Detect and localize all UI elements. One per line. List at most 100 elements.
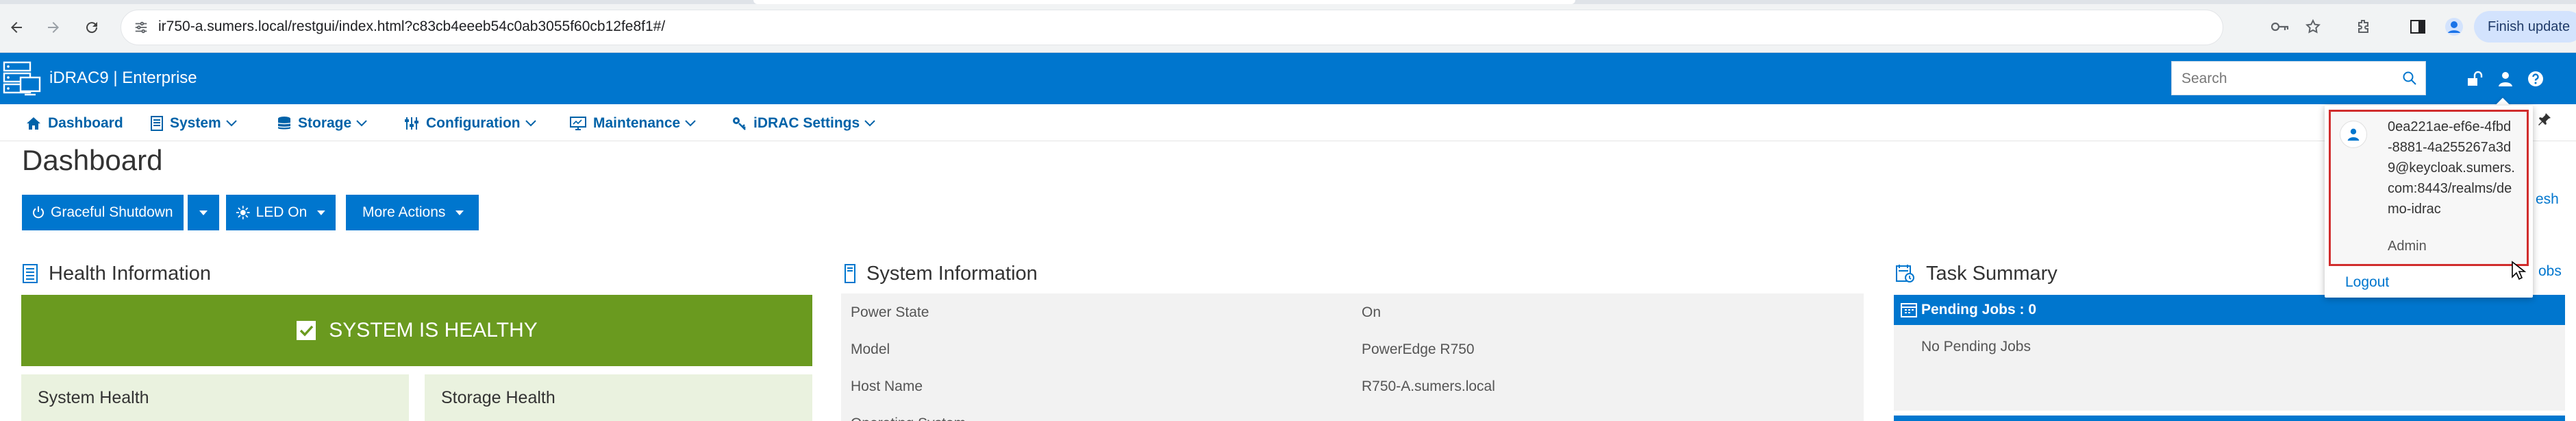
extensions-icon[interactable] [2352,15,2375,38]
caret-down-icon [317,210,326,215]
browser-toolbar: ir750-a.sumers.local/restgui/index.html?… [0,0,2576,53]
idrac-header: iDRAC9 | Enterprise [0,53,2576,104]
address-bar[interactable]: ir750-a.sumers.local/restgui/index.html?… [121,10,2223,45]
server-tower-icon [845,264,855,283]
product-title: iDRAC9 | Enterprise [49,69,197,87]
username-text: 0ea221ae-ef6e-4fbd-8881-4a255267a3d9@key… [2388,119,2515,217]
no-pending-jobs-text: No Pending Jobs [1921,339,2031,354]
home-icon [27,117,40,130]
nav-item-system[interactable]: System [151,114,238,133]
calendar-icon [1901,303,1917,317]
active-tab-edge [753,0,1575,4]
nav-label: Configuration [426,115,521,131]
chevron-down-icon [525,120,536,127]
row-key: Power State [851,304,929,320]
table-row: Power State On [841,293,1864,330]
completed-jobs-header[interactable] [1894,416,2565,421]
led-on-label: LED On [255,204,308,220]
system-healthy-banner: SYSTEM IS HEALTHY [21,295,812,366]
bookmark-star-icon[interactable] [2301,15,2325,38]
power-icon [33,206,44,219]
idrac-logo [3,61,41,96]
table-row: Model PowerEdge R750 [841,330,1864,368]
led-on-button[interactable]: LED On [226,195,336,230]
pin-icon[interactable] [2537,112,2552,127]
health-list-icon [23,264,38,283]
row-key: Host Name [851,378,923,394]
row-key: Operating System [851,416,966,421]
table-row: Host Name R750-A.sumers.local [841,368,1864,405]
row-value: PowerEdge R750 [1362,341,1475,357]
user-avatar-icon [2340,121,2367,148]
help-icon[interactable] [2525,68,2547,90]
url-text[interactable]: ir750-a.sumers.local/restgui/index.html?… [158,19,665,35]
forward-icon[interactable] [41,15,66,40]
caret-down-icon [199,210,208,215]
site-settings-icon[interactable] [134,20,149,35]
monitor-icon [570,117,586,130]
graceful-shutdown-button[interactable]: Graceful Shutdown [22,195,184,230]
server-icon [151,116,163,131]
card-label: Storage Health [441,388,555,407]
tab-strip [0,0,2576,4]
back-icon[interactable] [4,15,29,40]
nav-item-configuration[interactable]: Configuration [404,114,537,133]
finish-update-button[interactable]: Finish update [2474,11,2576,43]
refresh-link[interactable]: esh [2536,191,2559,208]
checkbox-check-icon [297,321,316,340]
nav-item-storage[interactable]: Storage [277,114,368,133]
search-icon[interactable] [2402,71,2417,86]
health-information-heading: Health Information [23,261,211,287]
profile-avatar-icon[interactable] [2442,15,2466,38]
row-value: R750-A.sumers.local [1362,378,1495,394]
pending-jobs-panel: No Pending Jobs [1894,325,2565,411]
nav-label: Dashboard [48,115,123,131]
nav-label: Storage [298,115,352,131]
mouse-cursor-icon [2512,261,2526,280]
more-actions-label: More Actions [362,204,446,220]
nav-item-maintenance[interactable]: Maintenance [570,114,697,133]
nav-label: iDRAC Settings [753,115,860,131]
section-title: Task Summary [1926,262,2058,285]
chevron-down-icon [864,120,875,127]
page-title: Dashboard [22,144,163,176]
reload-icon[interactable] [79,15,104,40]
main-nav: Dashboard System Storage Configuration M… [0,104,2576,141]
pending-jobs-title: Pending Jobs : 0 [1921,302,2037,317]
system-health-card[interactable]: System Health [21,374,409,421]
chevron-down-icon [226,120,237,127]
logout-link[interactable]: Logout [2345,274,2389,291]
section-title: System Information [866,262,1038,285]
led-sun-icon [236,206,250,219]
key-gear-icon [733,117,746,130]
database-icon [277,117,291,130]
nav-label: Maintenance [593,115,681,131]
user-role-text: Admin [2388,239,2427,254]
user-icon[interactable] [2494,68,2516,90]
caret-down-icon [455,210,464,215]
row-key: Model [851,341,890,357]
table-row: Operating System [841,405,1864,421]
system-information-heading: System Information [845,261,1038,287]
graceful-shutdown-label: Graceful Shutdown [51,204,173,220]
task-summary-heading: Task Summary [1896,261,2058,287]
power-options-dropdown[interactable] [188,195,219,230]
unlock-icon[interactable] [2464,68,2486,90]
nav-item-dashboard[interactable]: Dashboard [26,114,123,133]
pending-jobs-header[interactable]: Pending Jobs : 0 [1894,295,2565,325]
task-calendar-icon [1896,265,1914,282]
card-label: System Health [38,388,149,407]
storage-health-card[interactable]: Storage Health [425,374,812,421]
password-key-icon[interactable] [2268,15,2292,38]
healthy-status-text: SYSTEM IS HEALTHY [329,319,538,341]
sliders-icon [405,117,418,130]
nav-label: System [170,115,221,131]
more-actions-button[interactable]: More Actions [346,195,479,230]
side-panel-icon[interactable] [2406,15,2429,38]
row-value: On [1362,304,1381,320]
view-jobs-link[interactable]: obs [2538,263,2562,280]
chevron-down-icon [356,120,367,127]
search-box[interactable] [2171,61,2426,95]
search-input[interactable] [2181,69,2387,89]
nav-item-idrac-settings[interactable]: iDRAC Settings [731,114,876,133]
